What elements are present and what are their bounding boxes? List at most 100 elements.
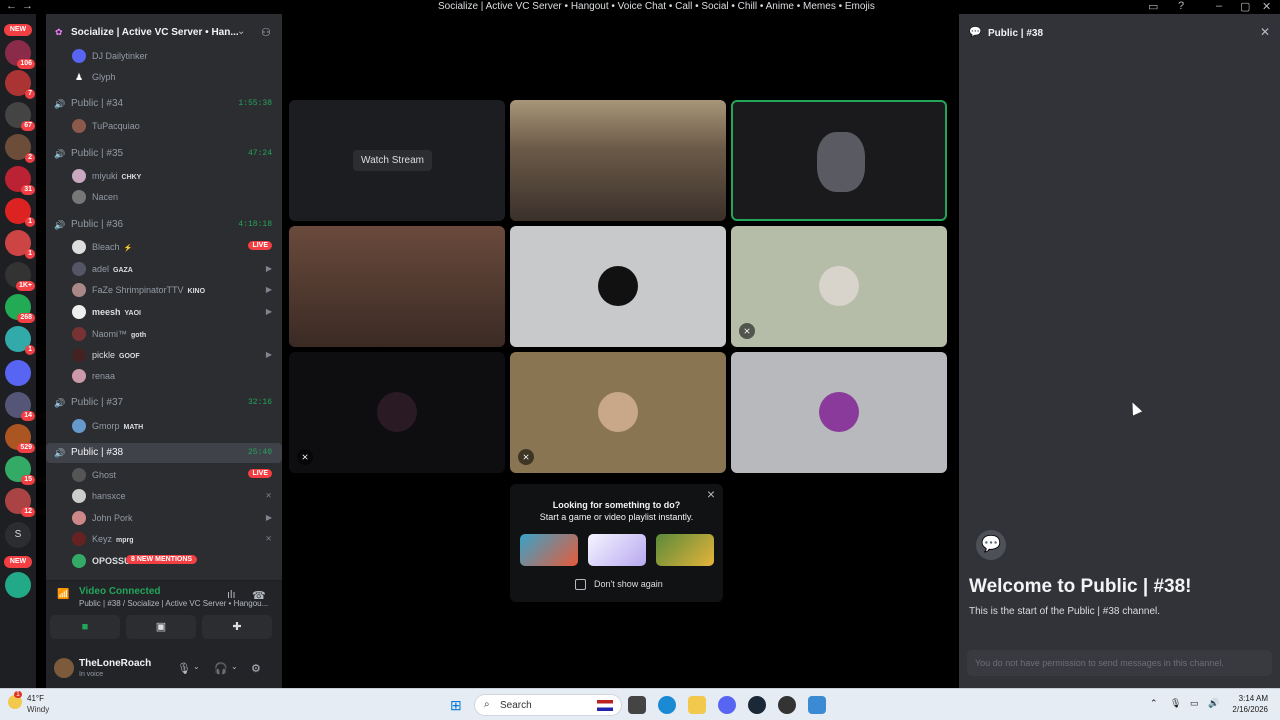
new-mentions-badge[interactable]: 8 NEW MENTIONS bbox=[126, 555, 198, 564]
voice-user[interactable]: DJ Dailytinker bbox=[46, 46, 282, 66]
volume-icon[interactable]: 🔊 bbox=[1208, 698, 1219, 709]
activities-button[interactable]: ✚ bbox=[202, 615, 272, 639]
clock-date[interactable]: 2/16/2026 bbox=[1232, 705, 1268, 714]
server-icon[interactable]: 106 bbox=[5, 40, 35, 69]
server-icon[interactable]: 31 bbox=[5, 166, 35, 195]
avatar-tile[interactable]: ⨯ bbox=[731, 226, 947, 347]
server-icon[interactable] bbox=[5, 572, 31, 598]
help-icon[interactable]: ? bbox=[1178, 0, 1184, 12]
server-icon[interactable]: 2 bbox=[5, 134, 35, 163]
steam-icon[interactable] bbox=[748, 696, 766, 714]
video-tile[interactable] bbox=[289, 226, 505, 347]
voice-channel-36[interactable]: 🔊 Public | #36 4:18:18 bbox=[46, 215, 282, 235]
voice-channel-34[interactable]: 🔊 Public | #34 1:55:38 bbox=[46, 94, 282, 114]
avatar[interactable] bbox=[54, 658, 74, 678]
server-icon[interactable]: 14 bbox=[5, 392, 35, 421]
microphone-icon[interactable]: 🎙 bbox=[1170, 698, 1181, 709]
avatar-tile[interactable]: ⨯ bbox=[289, 352, 505, 473]
avatar-tile[interactable]: ⨯ bbox=[510, 352, 726, 473]
dont-show-checkbox[interactable] bbox=[575, 579, 586, 590]
close-chat-button[interactable]: ✕ bbox=[1260, 25, 1270, 39]
voice-user[interactable]: hansxce ⨯ bbox=[46, 486, 282, 506]
noise-suppression-icon[interactable]: ılı bbox=[227, 589, 236, 601]
server-icon[interactable]: 67 bbox=[5, 102, 35, 131]
server-icon[interactable]: S bbox=[5, 522, 31, 548]
voice-channel-38[interactable]: 🔊 Public | #38 25:40 bbox=[46, 443, 282, 463]
voice-user[interactable]: Ghost LIVE bbox=[46, 465, 282, 485]
minimize-button[interactable]: – bbox=[1216, 0, 1222, 12]
edge-icon[interactable] bbox=[658, 696, 676, 714]
voice-channel-35[interactable]: 🔊 Public | #35 47:24 bbox=[46, 144, 282, 164]
clock-time[interactable]: 3:14 AM bbox=[1239, 694, 1268, 703]
stream-tile[interactable]: Watch Stream bbox=[289, 100, 505, 221]
add-user-icon[interactable]: ⚇ bbox=[261, 26, 271, 39]
server-header[interactable]: ✿ Socialize | Active VC Server • Han... … bbox=[46, 24, 282, 44]
voice-user[interactable]: Bleach ⚡ LIVE bbox=[46, 237, 282, 257]
voice-user[interactable]: miyuki CHKY bbox=[46, 166, 282, 186]
voice-user[interactable]: FaZe ShrimpinatorTTV KINO ▶ bbox=[46, 280, 282, 300]
windows-start-icon[interactable]: ⊞ bbox=[450, 697, 462, 714]
maximize-button[interactable]: ▢ bbox=[1240, 0, 1250, 13]
folder-icon[interactable] bbox=[5, 360, 31, 386]
voice-user[interactable]: adel GAZA ▶ bbox=[46, 259, 282, 279]
signal-icon[interactable]: 📶 bbox=[57, 589, 69, 600]
watch-stream-button[interactable]: Watch Stream bbox=[353, 150, 432, 171]
dont-show-label[interactable]: Don't show again bbox=[594, 579, 663, 589]
network-icon[interactable]: ▭ bbox=[1190, 698, 1199, 709]
discord-icon[interactable] bbox=[718, 696, 736, 714]
screen-share-button[interactable]: ▣ bbox=[126, 615, 196, 639]
activity-thumbnail[interactable] bbox=[520, 534, 578, 566]
server-icon[interactable]: 268 bbox=[5, 294, 35, 323]
voice-channel-37[interactable]: 🔊 Public | #37 32:16 bbox=[46, 393, 282, 413]
server-icon[interactable]: 12 bbox=[5, 488, 35, 517]
video-tile[interactable] bbox=[510, 100, 726, 221]
gear-icon[interactable]: ⚙ bbox=[251, 662, 261, 675]
voice-status[interactable]: Video Connected bbox=[79, 586, 161, 597]
voice-user[interactable]: ♟ Glyph bbox=[46, 67, 282, 87]
voice-user[interactable]: TuPacquiao bbox=[46, 116, 282, 136]
obs-icon[interactable] bbox=[778, 696, 796, 714]
disconnect-icon[interactable]: ☎ bbox=[252, 589, 266, 602]
avatar-tile[interactable] bbox=[731, 352, 947, 473]
server-icon[interactable]: 529 bbox=[5, 424, 35, 453]
forward-icon[interactable]: → bbox=[22, 0, 33, 12]
app-icon[interactable] bbox=[808, 696, 826, 714]
voice-user[interactable]: renaa bbox=[46, 366, 282, 386]
activity-thumbnail[interactable] bbox=[588, 534, 646, 566]
chevron-down-icon[interactable]: ⌄ bbox=[193, 662, 200, 671]
voice-user[interactable]: pickle GOOF ▶ bbox=[46, 345, 282, 365]
voice-user[interactable]: Gmorp MATH bbox=[46, 416, 282, 436]
server-icon[interactable]: 7 bbox=[5, 70, 35, 99]
voice-user[interactable]: OPOSSU 8 NEW MENTIONS bbox=[46, 551, 282, 571]
server-icon[interactable]: 1 bbox=[5, 230, 35, 259]
temperature[interactable]: 41°F bbox=[27, 694, 44, 703]
server-icon[interactable]: 1 bbox=[5, 326, 35, 355]
task-view-icon[interactable] bbox=[628, 696, 646, 714]
voice-user[interactable]: meesh YAOI ▶ bbox=[46, 302, 282, 322]
chevron-down-icon[interactable]: ⌄ bbox=[231, 662, 238, 671]
voice-user[interactable]: Keyz mprg ⨯ bbox=[46, 529, 282, 549]
voice-channel-info[interactable]: Public | #38 / Socialize | Active VC Ser… bbox=[79, 599, 268, 608]
voice-user[interactable]: Naomi™ goth bbox=[46, 324, 282, 344]
server-name[interactable]: Socialize | Active VC Server • Han... bbox=[71, 27, 239, 38]
taskbar-search[interactable]: ⌕ Search bbox=[474, 694, 622, 716]
weather-condition[interactable]: Windy bbox=[27, 705, 49, 714]
chevron-down-icon[interactable]: ⌄ bbox=[237, 26, 245, 37]
file-explorer-icon[interactable] bbox=[688, 696, 706, 714]
voice-user[interactable]: Nacen bbox=[46, 187, 282, 207]
server-icon[interactable]: 1 bbox=[5, 198, 35, 227]
chevron-up-icon[interactable]: ⌃ bbox=[1150, 698, 1158, 709]
voice-user[interactable]: John Pork ▶ bbox=[46, 508, 282, 528]
avatar-tile[interactable] bbox=[510, 226, 726, 347]
server-icon[interactable]: 1K+ bbox=[5, 262, 35, 291]
back-icon[interactable]: ← bbox=[6, 0, 17, 12]
headphones-icon[interactable]: 🎧 bbox=[214, 662, 228, 675]
screen-share-icon[interactable]: ▭ bbox=[1148, 0, 1158, 13]
video-tile-speaking[interactable] bbox=[731, 100, 947, 221]
camera-button[interactable]: ■ bbox=[50, 615, 120, 639]
server-icon[interactable]: 15 bbox=[5, 456, 35, 485]
activity-thumbnail[interactable] bbox=[656, 534, 714, 566]
close-window-button[interactable]: ✕ bbox=[1262, 0, 1271, 13]
microphone-icon[interactable]: 🎙 bbox=[177, 662, 191, 675]
current-username[interactable]: TheLoneRoach bbox=[79, 658, 151, 669]
